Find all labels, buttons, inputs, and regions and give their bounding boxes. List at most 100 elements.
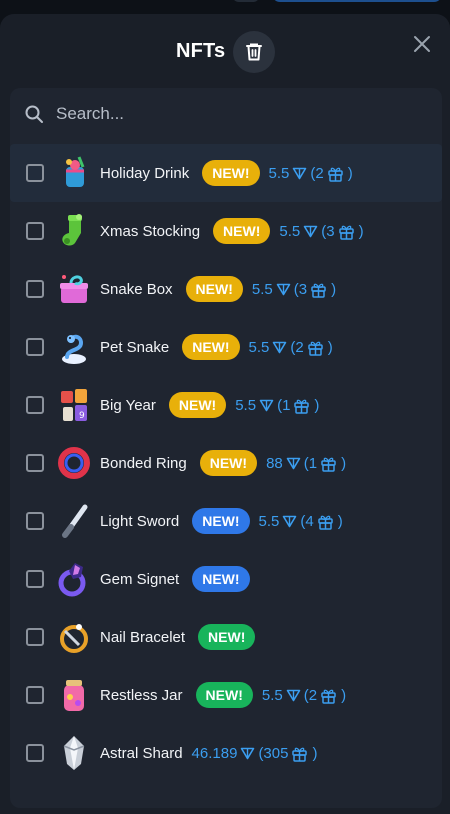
item-checkbox[interactable] — [26, 512, 44, 530]
ton-currency-icon — [293, 167, 307, 179]
big-year-icon: 9 — [57, 385, 91, 425]
ton-currency-icon — [286, 457, 301, 469]
gift-icon — [292, 747, 308, 762]
item-checkbox[interactable] — [26, 338, 44, 356]
new-badge: NEW! — [182, 334, 240, 360]
close-icon — [414, 36, 430, 52]
gift-count: (2 — [310, 164, 324, 182]
item-checkbox[interactable] — [26, 222, 44, 240]
price-value: 5.5 — [268, 164, 290, 182]
nft-list: Holiday Drink NEW! 5.5 (2) Xmas Stocking NEW!… — [10, 144, 442, 782]
item-name: Pet Snake — [100, 338, 170, 356]
gift-count-close: ) — [327, 338, 333, 356]
gift-icon — [294, 399, 310, 414]
item-price: 88 (1) — [266, 455, 346, 472]
gift-icon — [338, 225, 354, 240]
list-item[interactable]: Bonded Ring NEW! 88 (1) — [10, 434, 442, 492]
gift-count-close: ) — [314, 396, 320, 414]
list-item[interactable]: Snake Box NEW! 5.5 (3) — [10, 260, 442, 318]
gift-count: (4 — [300, 512, 314, 530]
item-name: Bonded Ring — [100, 454, 187, 472]
top-strip-shape — [232, 0, 260, 2]
list-item[interactable]: Holiday Drink NEW! 5.5 (2) — [10, 144, 442, 202]
ton-currency-icon — [303, 225, 318, 237]
item-checkbox[interactable] — [26, 280, 44, 298]
gift-icon — [321, 689, 336, 704]
list-item[interactable]: 9 Big Year NEW! 5.5 (1) — [10, 376, 442, 434]
item-name: Big Year — [100, 396, 156, 414]
gift-count: (3 — [293, 280, 308, 298]
ton-currency-icon — [283, 515, 297, 527]
delete-button[interactable] — [233, 31, 275, 73]
price-value: 5.5 — [251, 280, 273, 298]
list-item[interactable]: Pet Snake NEW! 5.5 (2) — [10, 318, 442, 376]
item-name: Xmas Stocking — [100, 222, 201, 240]
list-item[interactable]: Nail Bracelet NEW! — [10, 608, 442, 666]
list-item[interactable]: Restless Jar NEW! 5.5 (2) — [10, 666, 442, 724]
item-price: 5.5 (2) — [262, 687, 346, 704]
bonded-ring-icon — [57, 443, 91, 483]
top-strip — [0, 0, 450, 14]
price-value: 5.5 — [258, 512, 280, 530]
new-badge: NEW! — [213, 218, 271, 244]
gift-count-close: ) — [331, 280, 337, 298]
modal-header: NFTs — [0, 14, 450, 88]
item-name: Nail Bracelet — [100, 628, 186, 646]
gift-count-close: ) — [341, 686, 347, 704]
item-checkbox[interactable] — [26, 164, 44, 182]
page-title: NFTs — [176, 40, 226, 62]
new-badge: NEW! — [168, 392, 227, 418]
list-item[interactable]: Light Sword NEW! 5.5 (4) — [10, 492, 442, 550]
item-price: 5.5 (2) — [269, 165, 353, 182]
nfts-modal: NFTs Holiday Drink NEW! 5.5 (2) Xmas Stockin… — [0, 14, 450, 814]
search-bar — [10, 88, 442, 140]
top-strip-button[interactable] — [272, 0, 442, 2]
gift-icon — [318, 515, 333, 530]
gem-signet-icon — [57, 559, 91, 599]
gift-count-close: ) — [347, 164, 353, 182]
gift-count-close: ) — [337, 512, 343, 530]
gift-count: (2 — [303, 686, 318, 704]
pet-snake-icon — [57, 327, 91, 367]
item-name: Restless Jar — [100, 686, 183, 704]
price-value: 5.5 — [235, 396, 257, 414]
gift-icon — [308, 341, 323, 356]
item-price: 5.5 (3) — [279, 223, 363, 240]
item-checkbox[interactable] — [26, 744, 44, 762]
item-checkbox[interactable] — [26, 628, 44, 646]
ton-currency-icon — [273, 341, 287, 353]
item-price: 5.5 (1) — [235, 397, 319, 414]
ton-currency-icon — [286, 689, 301, 701]
new-badge: NEW! — [198, 624, 256, 650]
price-value: 88 — [266, 454, 283, 472]
gift-count: (2 — [290, 338, 304, 356]
item-checkbox[interactable] — [26, 686, 44, 704]
new-badge: NEW! — [192, 508, 250, 534]
gift-count: (1 — [303, 454, 318, 472]
holiday-drink-icon — [57, 153, 91, 193]
xmas-stocking-icon — [57, 211, 91, 251]
item-checkbox[interactable] — [26, 396, 44, 414]
price-value: 5.5 — [261, 686, 283, 704]
list-item[interactable]: Xmas Stocking NEW! 5.5 (3) — [10, 202, 442, 260]
gift-count-close: ) — [312, 744, 318, 762]
new-badge: NEW! — [192, 566, 250, 592]
close-button[interactable] — [410, 32, 434, 56]
list-item[interactable]: Astral Shard 46.189 (305) — [10, 724, 442, 782]
item-name: Snake Box — [100, 280, 173, 298]
gift-icon — [327, 167, 343, 182]
item-price: 5.5 (3) — [252, 281, 336, 298]
trash-icon — [246, 43, 262, 61]
ton-currency-icon — [259, 399, 274, 411]
list-item[interactable]: Gem Signet NEW! — [10, 550, 442, 608]
item-price: 5.5 (4) — [259, 513, 343, 530]
light-sword-icon — [57, 501, 91, 541]
gift-count: (305 — [258, 744, 289, 762]
item-checkbox[interactable] — [26, 454, 44, 472]
search-input[interactable] — [54, 103, 418, 125]
svg-text:9: 9 — [79, 411, 85, 421]
astral-shard-icon — [57, 733, 91, 773]
item-name: Holiday Drink — [100, 164, 190, 182]
item-checkbox[interactable] — [26, 570, 44, 588]
nft-panel: Holiday Drink NEW! 5.5 (2) Xmas Stocking NEW!… — [10, 88, 442, 808]
